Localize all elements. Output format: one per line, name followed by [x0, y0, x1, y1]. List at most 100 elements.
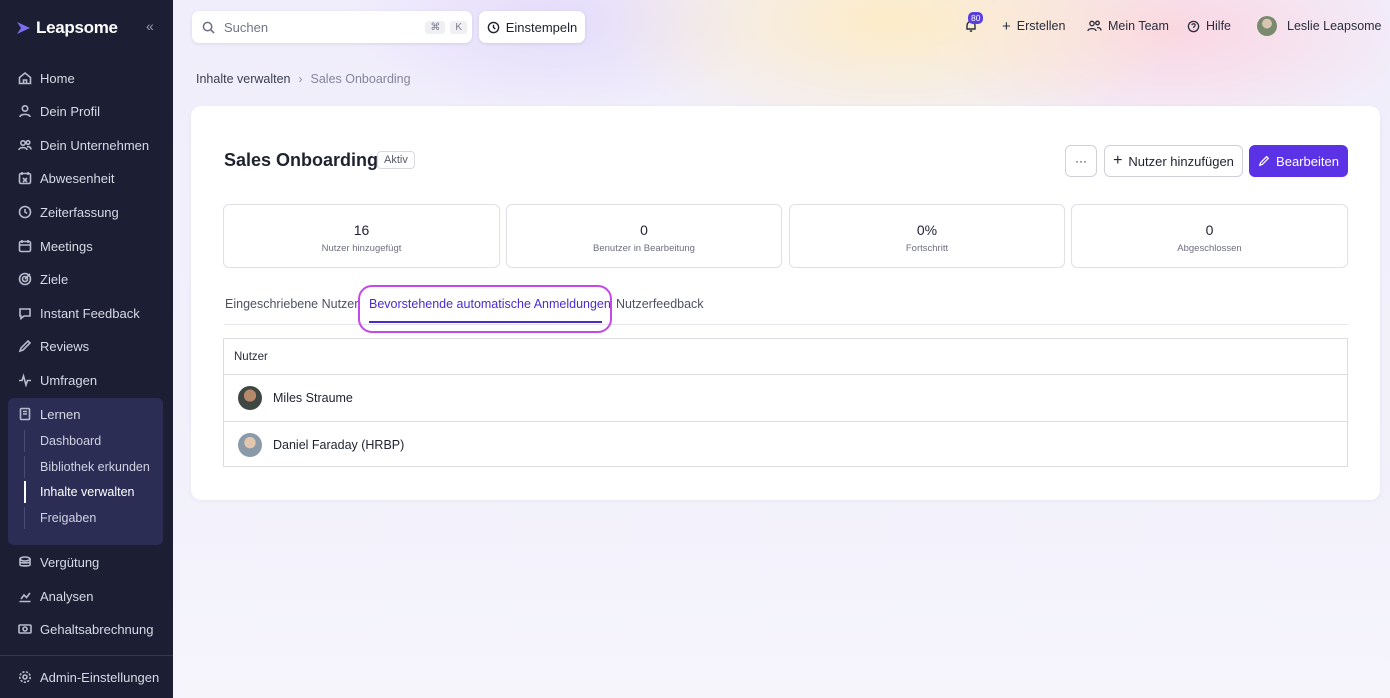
table-row[interactable]: Miles Straume	[224, 375, 1347, 421]
sidebar-sub-label: Freigaben	[40, 511, 97, 525]
my-team-label: Mein Team	[1108, 19, 1169, 33]
sidebar-item-label: Dein Unternehmen	[40, 137, 150, 153]
clock-in-label: Einstempeln	[505, 19, 578, 35]
chart-icon	[19, 592, 31, 603]
sidebar-item-admin-settings[interactable]: Admin-Einstellungen	[8, 663, 165, 691]
sidebar: Leapsome « Home Dein Profil Dein Unterne…	[0, 0, 173, 698]
sidebar-item-label: Ziele	[40, 271, 69, 287]
edit-button[interactable]: Bearbeiten	[1249, 145, 1348, 177]
home-icon	[18, 71, 32, 85]
stat-progress: 0% Fortschritt	[789, 204, 1065, 268]
sidebar-item-learning[interactable]: Lernen	[8, 400, 163, 428]
edit-label: Bearbeiten	[1276, 153, 1339, 169]
create-label: Erstellen	[1016, 19, 1066, 33]
sidebar-item-label: Analysen	[40, 588, 94, 604]
user-menu[interactable]: Leslie Leapsome	[1257, 0, 1382, 52]
sidebar-item-instant-feedback[interactable]: Instant Feedback	[8, 299, 165, 327]
user-name-cell: Daniel Faraday (HRBP)	[273, 437, 405, 452]
target-icon	[18, 272, 32, 286]
sidebar-item-compensation[interactable]: Vergütung	[8, 548, 165, 576]
search-input[interactable]: Suchen	[224, 20, 425, 35]
clock-icon	[487, 21, 500, 33]
sidebar-item-label: Dein Profil	[40, 103, 100, 119]
sidebar-group-learning: Lernen Dashboard Bibliothek erkunden Inh…	[8, 398, 163, 545]
user-name: Leslie Leapsome	[1287, 19, 1382, 33]
avatar	[238, 432, 262, 457]
sidebar-sub-approvals[interactable]: Freigaben	[24, 507, 159, 529]
search-bar[interactable]: Suchen ⌘ K	[192, 11, 472, 43]
sidebar-divider	[0, 655, 173, 656]
stat-label: Nutzer hinzugefügt	[321, 243, 402, 254]
notifications-button[interactable]	[964, 0, 978, 52]
shortcut-cmd: ⌘	[425, 20, 446, 34]
my-team-button[interactable]: Mein Team	[1087, 0, 1169, 52]
sidebar-item-analytics[interactable]: Analysen	[8, 582, 165, 610]
search-icon	[202, 21, 215, 34]
collapse-sidebar-icon[interactable]: «	[146, 18, 162, 34]
pulse-icon	[19, 373, 31, 387]
stat-label: Benutzer in Bearbeitung	[593, 243, 695, 254]
tab-user-feedback[interactable]: Nutzerfeedback	[616, 297, 704, 311]
add-users-button[interactable]: + Nutzer hinzufügen	[1104, 145, 1243, 177]
avatar	[238, 386, 262, 410]
sidebar-item-label: Umfragen	[40, 372, 98, 388]
pencil-icon	[1258, 155, 1270, 167]
plus-icon: +	[1113, 152, 1123, 169]
sidebar-item-absence[interactable]: Abwesenheit	[8, 164, 165, 192]
user-icon	[19, 104, 31, 118]
sidebar-item-goals[interactable]: Ziele	[8, 265, 165, 293]
stat-value: 0	[640, 222, 648, 238]
add-users-label: Nutzer hinzufügen	[1128, 153, 1234, 169]
sidebar-item-company[interactable]: Dein Unternehmen	[8, 131, 165, 159]
brand-logo[interactable]: Leapsome	[16, 18, 118, 38]
users-icon	[18, 139, 32, 151]
stat-value: 0	[1205, 222, 1214, 238]
table-row[interactable]: Daniel Faraday (HRBP)	[224, 421, 1347, 467]
book-icon	[19, 407, 31, 421]
breadcrumb-current: Sales Onboarding	[310, 72, 411, 86]
calendar-x-icon	[18, 172, 32, 185]
more-options-button[interactable]: ···	[1065, 145, 1097, 177]
gear-icon	[19, 671, 31, 683]
stat-label: Abgeschlossen	[1177, 243, 1242, 254]
help-label: Hilfe	[1206, 19, 1232, 33]
sidebar-sub-manage-content[interactable]: Inhalte verwalten	[24, 481, 159, 503]
sidebar-item-surveys[interactable]: Umfragen	[8, 366, 165, 394]
clock-icon	[18, 205, 32, 219]
calendar-icon	[18, 240, 32, 253]
sidebar-item-label: Home	[40, 70, 75, 86]
users-table: Nutzer Miles Straume Daniel Faraday (HRB…	[223, 338, 1348, 467]
sidebar-item-label: Reviews	[40, 338, 90, 354]
page-title: Sales Onboarding	[224, 150, 379, 170]
tab-enrolled-users[interactable]: Eingeschriebene Nutzer	[225, 297, 358, 311]
sidebar-item-meetings[interactable]: Meetings	[8, 232, 165, 260]
sidebar-sub-library[interactable]: Bibliothek erkunden	[24, 456, 159, 478]
sidebar-item-label: Zeiterfassung	[40, 204, 119, 220]
focus-highlight	[358, 285, 612, 333]
sidebar-item-label: Vergütung	[40, 554, 100, 570]
sidebar-sub-label: Dashboard	[40, 434, 102, 448]
sidebar-item-profile[interactable]: Dein Profil	[8, 97, 165, 125]
breadcrumb-parent[interactable]: Inhalte verwalten	[196, 72, 291, 86]
stat-value: 16	[353, 222, 370, 238]
table-header: Nutzer	[224, 339, 1347, 375]
sidebar-sub-dashboard[interactable]: Dashboard	[24, 430, 159, 452]
chevron-right-icon: ›	[298, 72, 303, 86]
sidebar-item-label: Lernen	[40, 406, 81, 422]
breadcrumb: Inhalte verwalten › Sales Onboarding	[196, 72, 411, 86]
sidebar-sub-label: Inhalte verwalten	[40, 485, 135, 499]
sidebar-item-time-tracking[interactable]: Zeiterfassung	[8, 198, 165, 226]
sidebar-item-label: Admin-Einstellungen	[40, 669, 160, 685]
sidebar-item-label: Instant Feedback	[40, 305, 140, 321]
sidebar-item-payroll[interactable]: Gehaltsabrechnung	[8, 615, 165, 643]
sidebar-item-reviews[interactable]: Reviews	[8, 332, 165, 360]
sidebar-item-home[interactable]: Home	[8, 64, 165, 92]
team-icon	[1087, 20, 1102, 32]
help-button[interactable]: Hilfe	[1187, 0, 1231, 52]
pen-icon	[18, 339, 32, 353]
plus-icon: +	[1002, 17, 1011, 35]
sidebar-item-label: Meetings	[40, 238, 93, 254]
create-button[interactable]: + Erstellen	[1002, 0, 1065, 52]
user-avatar	[1257, 16, 1277, 36]
clock-in-button[interactable]: Einstempeln	[479, 11, 585, 43]
